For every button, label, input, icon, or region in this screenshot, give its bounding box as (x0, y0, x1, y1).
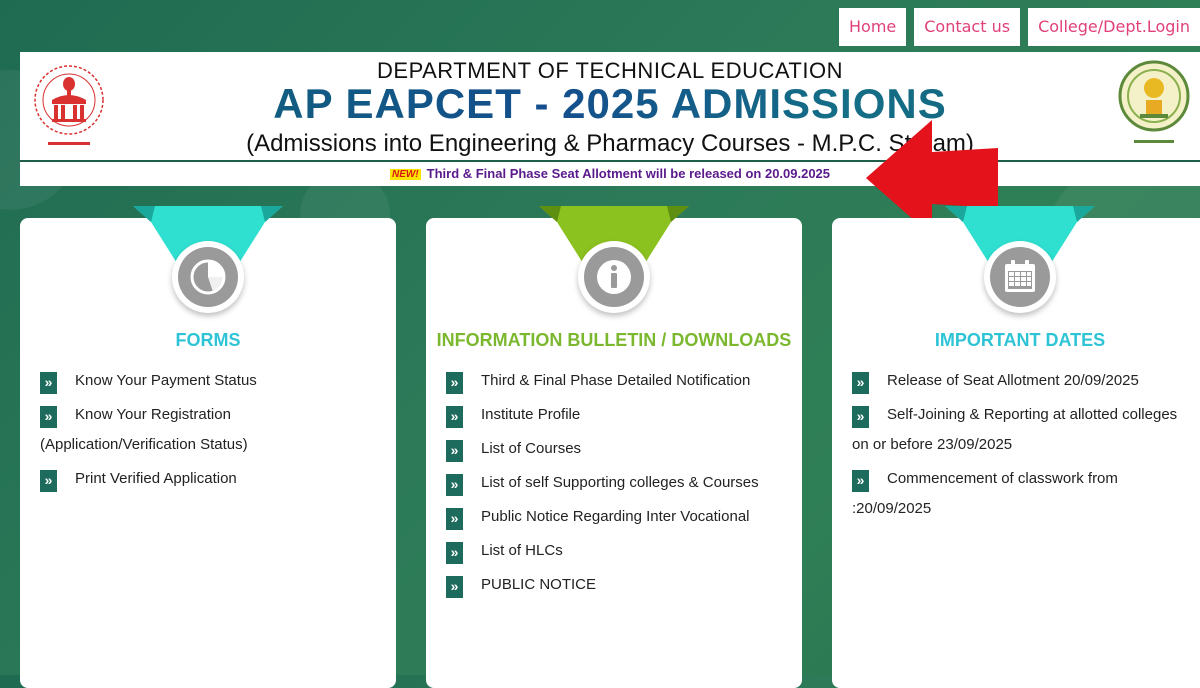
calendar-icon (1005, 260, 1035, 292)
registration-status-link-line2[interactable]: (Application/Verification Status) (40, 436, 248, 453)
bulletin-icon-bg (584, 247, 644, 307)
double-chevron-right-icon: » (40, 372, 57, 394)
double-chevron-right-icon: » (446, 576, 463, 598)
forms-icon-wrap (172, 241, 244, 313)
list-item: » List of self Supporting colleges & Cour… (446, 468, 791, 498)
forms-list: » Know Your Payment Status » Know Your Reg… (40, 366, 380, 498)
list-item: » Know Your Registration (Application/Ver… (40, 400, 380, 460)
double-chevron-right-icon: » (446, 406, 463, 428)
announcement-ticker[interactable]: NEW! Third & Final Phase Seat Allotment w… (20, 166, 1200, 181)
ticker-text: Third & Final Phase Seat Allotment will … (426, 166, 831, 181)
banner-divider (20, 160, 1200, 162)
list-item: » Print Verified Application (40, 464, 380, 494)
dates-list: » Release of Seat Allotment 20/09/2025 » S… (852, 366, 1192, 528)
list-item: » Commencement of classwork from :20/09/2… (852, 464, 1192, 524)
list-of-courses-link[interactable]: List of Courses (481, 440, 581, 457)
list-item: » Self-Joining & Reporting at allotted co… (852, 400, 1192, 460)
nav-home-button[interactable]: Home (839, 8, 907, 46)
print-application-link[interactable]: Print Verified Application (75, 470, 237, 487)
double-chevron-right-icon: » (446, 440, 463, 462)
page-subtitle: (Admissions into Engineering & Pharmacy … (246, 130, 974, 157)
banner-title-area: DEPARTMENT OF TECHNICAL EDUCATION AP EAP… (20, 52, 1200, 158)
list-item: » Institute Profile (446, 400, 791, 430)
dates-icon-wrap (984, 241, 1056, 313)
dates-icon-bg (990, 247, 1050, 307)
list-item: » Know Your Payment Status (40, 366, 380, 396)
nav-contact-button[interactable]: Contact us (914, 8, 1021, 46)
double-chevron-right-icon: » (446, 508, 463, 530)
payment-status-link[interactable]: Know Your Payment Status (75, 372, 257, 389)
forms-heading: FORMS (175, 330, 241, 350)
public-notice-link[interactable]: PUBLIC NOTICE (481, 576, 596, 593)
nav-login-button[interactable]: College/Dept.Login (1028, 8, 1200, 46)
bulletin-icon-wrap (578, 241, 650, 313)
forms-icon-bg (178, 247, 238, 307)
double-chevron-right-icon: » (852, 372, 869, 394)
double-chevron-right-icon: » (446, 474, 463, 496)
dates-heading: IMPORTANT DATES (934, 330, 1106, 350)
new-badge: NEW! (389, 169, 421, 180)
seat-allotment-date: Release of Seat Allotment 20/09/2025 (887, 372, 1139, 389)
list-item: » Release of Seat Allotment 20/09/2025 (852, 366, 1192, 396)
header-banner: DEPARTMENT OF TECHNICAL EDUCATION AP EAP… (20, 52, 1200, 186)
bulletin-heading: INFORMATION BULLETIN / DOWNLOADS (436, 330, 792, 350)
list-item: » List of HLCs (446, 536, 791, 566)
self-joining-date: Self-Joining & Reporting at allotted col… (887, 406, 1178, 423)
double-chevron-right-icon: » (40, 406, 57, 428)
double-chevron-right-icon: » (446, 372, 463, 394)
detailed-notification-link[interactable]: Third & Final Phase Detailed Notificatio… (481, 372, 750, 389)
registration-status-link[interactable]: Know Your Registration (75, 406, 231, 423)
list-item: » Public Notice Regarding Inter Vocationa… (446, 502, 791, 532)
top-navigation: Home Contact us College/Dept.Login (839, 8, 1200, 46)
self-joining-date-line2: on or before 23/09/2025 (852, 436, 1013, 453)
classwork-date-line2: :20/09/2025 (852, 500, 932, 517)
double-chevron-right-icon: » (852, 470, 869, 492)
info-icon (597, 260, 631, 294)
institute-profile-link[interactable]: Institute Profile (481, 406, 580, 423)
bulletin-list: » Third & Final Phase Detailed Notificati… (446, 366, 791, 604)
page-title: AP EAPCET - 2025 ADMISSIONS (20, 80, 1200, 128)
double-chevron-right-icon: » (852, 406, 869, 428)
double-chevron-right-icon: » (40, 470, 57, 492)
pie-chart-icon (190, 259, 226, 295)
list-of-hlcs-link[interactable]: List of HLCs (481, 542, 563, 559)
double-chevron-right-icon: » (446, 542, 463, 564)
list-item: » List of Courses (446, 434, 791, 464)
list-item: » Third & Final Phase Detailed Notificati… (446, 366, 791, 396)
classwork-date: Commencement of classwork from (887, 470, 1118, 487)
self-supporting-colleges-link[interactable]: List of self Supporting colleges & Cours… (481, 474, 759, 491)
list-item: » PUBLIC NOTICE (446, 570, 791, 600)
state-emblem-logo (1118, 60, 1190, 143)
inter-vocational-notice-link[interactable]: Public Notice Regarding Inter Vocational (481, 508, 750, 525)
